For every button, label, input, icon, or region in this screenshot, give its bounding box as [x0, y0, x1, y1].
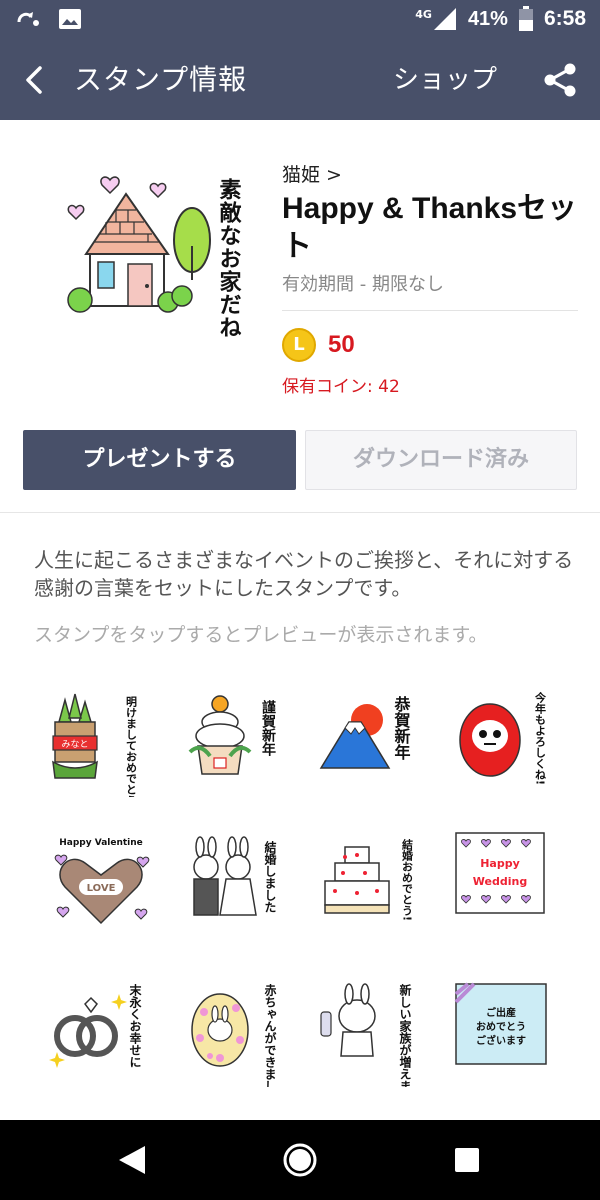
battery-percent: 41%: [467, 7, 508, 30]
shop-link[interactable]: ショップ: [393, 60, 497, 100]
home-circle-icon[interactable]: [280, 1140, 320, 1180]
svg-text:Happy Valentine: Happy Valentine: [59, 838, 143, 848]
svg-text:恭賀新年: 恭賀新年: [392, 695, 412, 761]
svg-text:結婚しました: 結婚しました: [263, 840, 277, 913]
bride-groom-sticker[interactable]: 結婚しました: [180, 827, 295, 942]
network-type: 4G: [415, 7, 432, 21]
clock: 6:58: [543, 7, 586, 30]
birth-gift-sticker[interactable]: ご出産 おめでとう ございます: [450, 972, 565, 1087]
image-icon: [59, 9, 81, 29]
svg-text:結婚おめでとう!: 結婚おめでとう!: [401, 838, 414, 921]
price-amount: 50: [328, 331, 355, 358]
daruma-sticker[interactable]: 今年もよろしくね!: [450, 682, 565, 797]
owned-coins: 保有コイン: 42: [282, 377, 400, 397]
svg-text:Wedding: Wedding: [473, 875, 527, 888]
valentine-sticker[interactable]: Happy Valentine LOVE: [45, 827, 160, 942]
new-family-sticker[interactable]: 新しい家族が増えました: [315, 972, 430, 1087]
wedding-cake-sticker[interactable]: 結婚おめでとう!: [315, 827, 430, 942]
svg-text:新しい家族が増えました: 新しい家族が増えました: [398, 983, 412, 1087]
rings-sticker[interactable]: 末永くお幸せに: [45, 972, 160, 1087]
section-divider: [0, 512, 600, 513]
price: L 50: [282, 328, 355, 362]
kagamimochi-sticker[interactable]: 謹賀新年: [180, 682, 295, 797]
svg-text:LOVE: LOVE: [87, 883, 116, 894]
preview-hint: スタンプをタップするとプレビューが表示されます。: [34, 624, 488, 646]
svg-text:Happy: Happy: [480, 857, 520, 870]
svg-text:みなと: みなと: [61, 739, 88, 750]
sticker-package-name: Happy & Thanksセット: [282, 192, 578, 263]
hero-caption: 素敵なお家だね: [216, 177, 242, 339]
divider: [282, 310, 578, 311]
kadomatsu-sticker[interactable]: みなと 明けましておめでとうございます: [45, 682, 160, 797]
svg-text:赤ちゃんができました: 赤ちゃんができました: [263, 983, 277, 1087]
recents-square-icon[interactable]: [447, 1140, 487, 1180]
mount-fuji-sticker[interactable]: 恭賀新年: [315, 682, 430, 797]
sticker-main-image: 素敵なお家だね: [67, 176, 242, 339]
sticker-grid: みなと 明けましておめでとうございます 謹賀新年 恭賀新年 今年もよろしくね! …: [45, 682, 565, 1092]
status-bar: 4G 41% 6:58: [0, 0, 600, 40]
svg-text:今年もよろしくね!: 今年もよろしくね!: [534, 691, 548, 785]
share-icon[interactable]: [540, 60, 580, 100]
validity-period: 有効期間 - 期限なし: [282, 274, 444, 295]
back-arrow-icon[interactable]: [14, 60, 54, 100]
description: 人生に起こるさまざまなイベントのご挨拶と、それに対する感謝の言葉をセットにしたス…: [34, 548, 574, 600]
svg-text:謹賀新年: 謹賀新年: [260, 699, 277, 757]
system-nav-bar: [0, 1120, 600, 1200]
baby-egg-sticker[interactable]: 赤ちゃんができました: [180, 972, 295, 1087]
svg-text:末永くお幸せに: 末永くお幸せに: [128, 983, 142, 1068]
signal-icon: [433, 8, 456, 30]
battery-icon: [518, 6, 533, 31]
author-link[interactable]: 猫姫 >: [282, 160, 342, 187]
svg-text:ご出産: ご出産: [486, 1006, 516, 1019]
line-coin-icon: L: [282, 328, 316, 362]
svg-text:おめでとう: おめでとう: [476, 1021, 526, 1033]
app-bar: スタンプ情報 ショップ: [0, 40, 600, 120]
downloaded-button: ダウンロード済み: [305, 430, 577, 490]
svg-text:明けましておめでとうございます: 明けましておめでとうございます: [125, 696, 138, 797]
present-button[interactable]: プレゼントする: [23, 430, 296, 490]
svg-text:ございます: ございます: [476, 1034, 526, 1047]
happy-wedding-sticker[interactable]: Happy Wedding: [450, 827, 565, 942]
page-title: スタンプ情報: [74, 63, 248, 96]
back-triangle-icon[interactable]: [113, 1140, 153, 1180]
sync-icon: [17, 12, 39, 26]
